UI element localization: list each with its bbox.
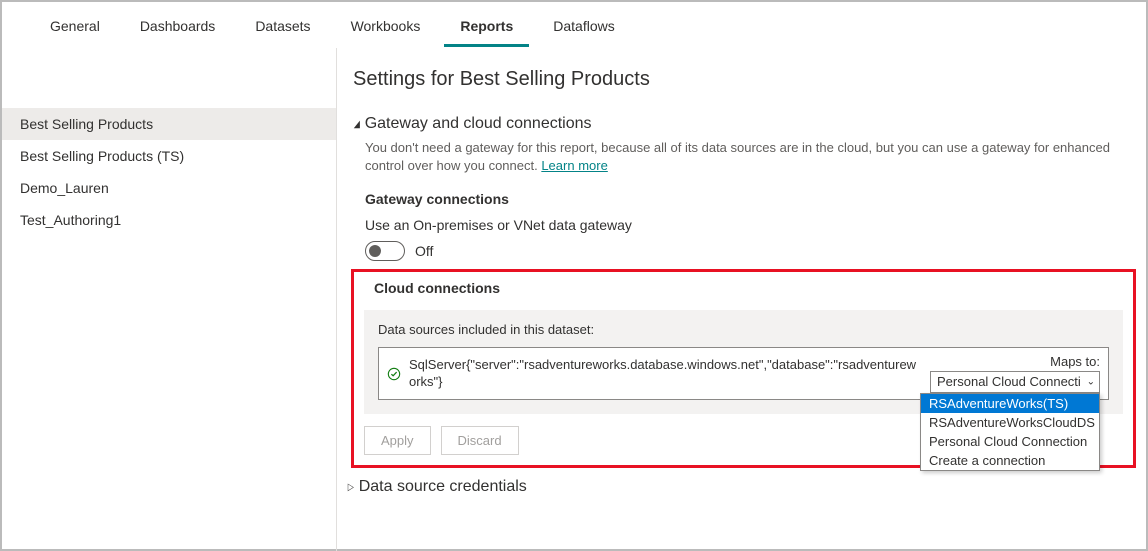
- included-datasets-label: Data sources included in this dataset:: [378, 322, 1109, 337]
- sidebar-item-best-selling-products-ts[interactable]: Best Selling Products (TS): [2, 140, 336, 172]
- tab-workbooks[interactable]: Workbooks: [335, 10, 437, 47]
- sidebar-item-test-authoring1[interactable]: Test_Authoring1: [2, 204, 336, 236]
- apply-button[interactable]: Apply: [364, 426, 431, 455]
- sidebar: Best Selling Products Best Selling Produ…: [2, 48, 337, 551]
- dropdown-item-create-connection[interactable]: Create a connection: [921, 451, 1099, 470]
- gateway-connections-title: Gateway connections: [365, 191, 1136, 207]
- tab-reports[interactable]: Reports: [444, 10, 529, 47]
- expand-icon: ▷: [348, 482, 354, 493]
- discard-button[interactable]: Discard: [441, 426, 519, 455]
- gateway-row-text: Use an On-premises or VNet data gateway: [365, 217, 1136, 233]
- data-source-credentials-header[interactable]: ▷ Data source credentials: [347, 478, 1136, 496]
- gateway-section-title: Gateway and cloud connections: [365, 115, 592, 133]
- cloud-connections-highlight: Cloud connections Data sources included …: [351, 269, 1136, 468]
- dropdown-item-personal-cloud-connection[interactable]: Personal Cloud Connection: [921, 432, 1099, 451]
- tab-general[interactable]: General: [34, 10, 116, 47]
- dropdown-item-rsadventureworks-ts[interactable]: RSAdventureWorks(TS): [921, 394, 1099, 413]
- maps-to-dropdown: RSAdventureWorks(TS) RSAdventureWorksClo…: [920, 393, 1100, 471]
- toggle-label: Off: [415, 243, 433, 259]
- cloud-connections-box: Data sources included in this dataset: S…: [364, 310, 1123, 414]
- tab-dashboards[interactable]: Dashboards: [124, 10, 232, 47]
- sidebar-item-demo-lauren[interactable]: Demo_Lauren: [2, 172, 336, 204]
- gateway-section-header[interactable]: ◢ Gateway and cloud connections: [353, 115, 1136, 133]
- tabs-bar: General Dashboards Datasets Workbooks Re…: [2, 2, 1146, 48]
- maps-to-label: Maps to:: [930, 354, 1100, 369]
- datasource-row: SqlServer{"server":"rsadventureworks.dat…: [378, 347, 1109, 400]
- content-area: Settings for Best Selling Products ◢ Gat…: [337, 48, 1146, 551]
- gateway-toggle[interactable]: [365, 241, 405, 261]
- cloud-connections-title: Cloud connections: [374, 280, 1123, 296]
- check-circle-icon: [387, 367, 401, 381]
- gateway-section-desc: You don't need a gateway for this report…: [365, 139, 1136, 175]
- page-title: Settings for Best Selling Products: [353, 68, 1136, 91]
- datasource-text: SqlServer{"server":"rsadventureworks.dat…: [409, 357, 922, 391]
- learn-more-link[interactable]: Learn more: [541, 158, 607, 173]
- chevron-down-icon: ⌄: [1087, 377, 1095, 388]
- tab-datasets[interactable]: Datasets: [239, 10, 326, 47]
- tab-dataflows[interactable]: Dataflows: [537, 10, 630, 47]
- toggle-knob: [369, 245, 381, 257]
- maps-to-select[interactable]: Personal Cloud Connecti ⌄: [930, 371, 1100, 393]
- sidebar-item-best-selling-products[interactable]: Best Selling Products: [2, 108, 336, 140]
- collapse-icon: ◢: [354, 119, 360, 130]
- credentials-title: Data source credentials: [359, 478, 527, 496]
- dropdown-item-rsadventureworks-cloud-ds[interactable]: RSAdventureWorksCloudDS: [921, 413, 1099, 432]
